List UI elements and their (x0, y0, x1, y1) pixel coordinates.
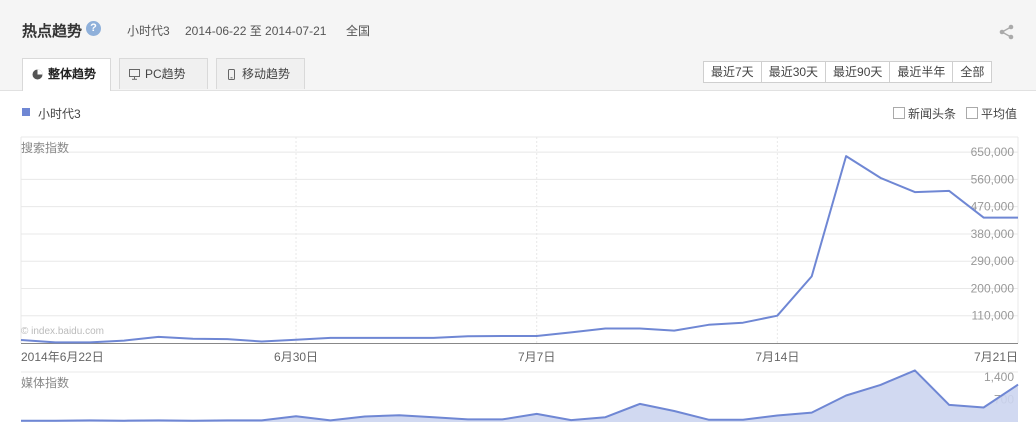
x-tick-label: 7月7日 (518, 350, 555, 364)
region-label: 全国 (346, 24, 371, 38)
range-all-button[interactable]: 全部 (953, 62, 991, 82)
tab-label: 移动趋势 (242, 67, 291, 81)
range-half-year-button[interactable]: 最近半年 (890, 62, 954, 82)
y-tick-label: 380,000 (971, 227, 1015, 241)
range-selector: 最近7天 最近30天 最近90天 最近半年 全部 (703, 61, 993, 83)
news-label: 新闻头条 (908, 107, 957, 121)
phone-icon (228, 69, 235, 80)
y-tick-label: 200,000 (971, 281, 1015, 295)
checkbox-box (893, 107, 905, 119)
y-tick-label: 290,000 (971, 254, 1015, 268)
y-tick-label: 650,000 (971, 145, 1015, 159)
chart-title: 搜索指数 (21, 140, 69, 155)
media-y-tick-label: 700 (994, 392, 1014, 406)
help-icon[interactable]: ? (86, 21, 101, 36)
media-area (21, 370, 1018, 422)
range-90d-button[interactable]: 最近90天 (826, 62, 891, 82)
pie-icon (32, 69, 43, 80)
watermark: © index.baidu.com (21, 326, 104, 337)
tab-pc[interactable]: PC趋势 (119, 58, 208, 89)
x-tick-label: 7月14日 (755, 350, 799, 364)
tab-mobile[interactable]: 移动趋势 (216, 58, 305, 89)
tab-label: PC趋势 (145, 67, 186, 81)
date-range-label: 2014-06-22 至 2014-07-21 (185, 24, 327, 38)
tab-label: 整体趋势 (48, 67, 97, 81)
page-title: 热点趋势 (22, 23, 83, 40)
average-checkbox[interactable]: 平均值 (966, 105, 1017, 122)
legend-swatch (22, 108, 30, 116)
y-tick-label: 110,000 (972, 309, 1015, 323)
share-icon[interactable] (998, 24, 1016, 40)
checkbox-box (966, 107, 978, 119)
y-tick-label: 560,000 (971, 172, 1015, 186)
series-line (20, 155, 1018, 344)
tab-overall[interactable]: 整体趋势 (22, 58, 111, 91)
media-title: 媒体指数 (21, 375, 69, 390)
x-tick-label: 6月30日 (274, 350, 318, 364)
y-tick-label: 470,000 (971, 200, 1015, 214)
range-30d-button[interactable]: 最近30天 (762, 62, 827, 82)
average-label: 平均值 (981, 107, 1018, 121)
range-7d-button[interactable]: 最近7天 (704, 62, 762, 82)
keyword-label: 小时代3 (127, 24, 170, 38)
media-series-line (21, 369, 1019, 422)
header-bar: 热点趋势 ? 小时代3 2014-06-22 至 2014-07-21 全国 整… (0, 0, 1036, 91)
monitor-icon (129, 69, 140, 80)
news-checkbox[interactable]: 新闻头条 (893, 105, 956, 122)
x-tick-label: 2014年6月22日 (21, 350, 104, 364)
legend-label[interactable]: 小时代3 (38, 105, 81, 122)
x-tick-label: 7月21日 (974, 350, 1018, 364)
media-y-tick-label: 1,400 (984, 370, 1014, 384)
